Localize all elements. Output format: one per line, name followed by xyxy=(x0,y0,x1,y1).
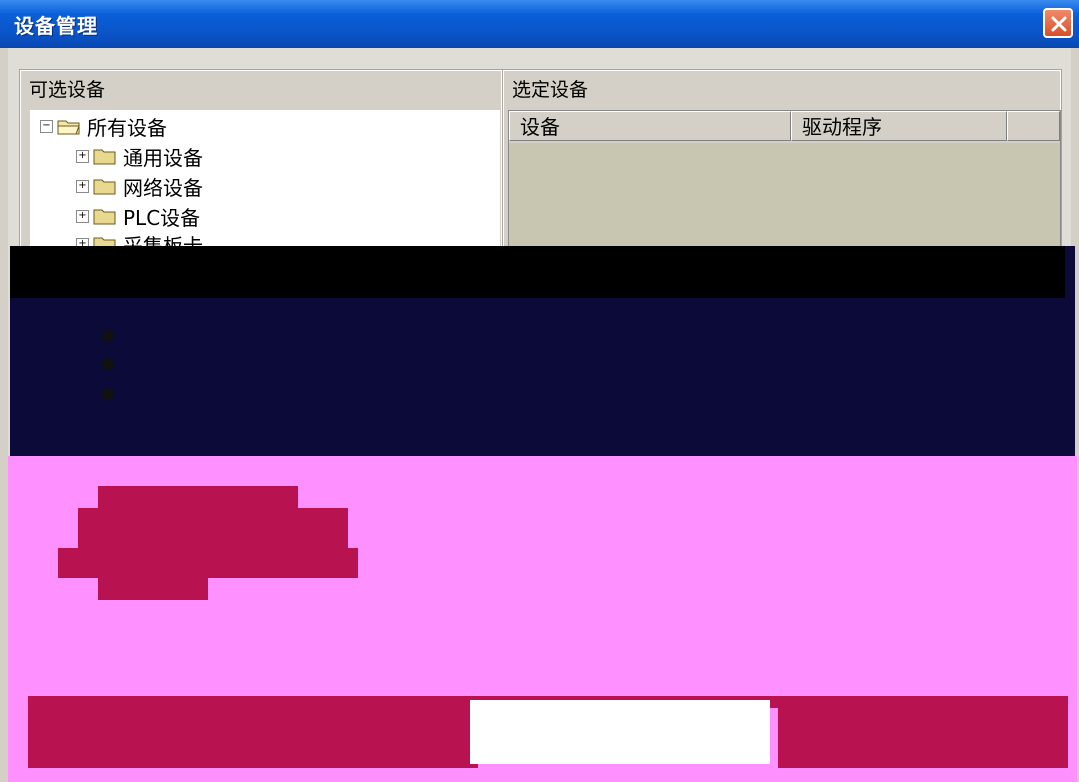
folder-icon xyxy=(93,149,116,165)
window-title: 设备管理 xyxy=(14,14,98,38)
expand-icon[interactable]: + xyxy=(76,179,89,193)
folder-icon xyxy=(93,209,116,225)
selected-devices-list[interactable]: 设备 驱动程序 xyxy=(508,110,1061,248)
folder-icon xyxy=(93,179,116,195)
column-header-empty xyxy=(1007,111,1060,141)
device-manager-window: 设备管理 可选设备 − 所有设备 + 通用设备 + 网络设备 + PLC设备 +… xyxy=(0,0,1079,782)
tree-item-label: 所有设备 xyxy=(87,115,167,140)
close-button[interactable] xyxy=(1043,8,1073,38)
column-header-driver[interactable]: 驱动程序 xyxy=(791,111,1007,141)
expand-icon[interactable]: + xyxy=(76,209,89,223)
artifact-strip xyxy=(28,708,478,768)
selected-devices-label: 选定设备 xyxy=(512,79,589,101)
artifact-dot xyxy=(102,358,114,370)
tree-item-label: 通用设备 xyxy=(123,145,203,170)
tree-item[interactable]: + 网络设备 xyxy=(76,172,203,200)
tree-item[interactable]: + 采集板卡 xyxy=(76,230,203,246)
list-header: 设备 驱动程序 xyxy=(509,111,1060,143)
artifact-strip xyxy=(778,708,1068,768)
artifact-strip xyxy=(98,578,208,600)
available-devices-label: 可选设备 xyxy=(29,79,106,101)
column-header-device[interactable]: 设备 xyxy=(509,111,791,141)
expand-icon[interactable]: + xyxy=(76,237,89,246)
tree-item-root[interactable]: − 所有设备 xyxy=(40,112,167,140)
tree-item[interactable]: + 通用设备 xyxy=(76,142,203,170)
expand-icon[interactable]: + xyxy=(76,149,89,163)
folder-icon xyxy=(93,237,116,246)
artifact-strip xyxy=(98,486,298,508)
artifact-white-field xyxy=(470,700,770,764)
artifact-dot xyxy=(102,388,114,400)
artifact-strip xyxy=(58,548,358,578)
tree-item[interactable]: + PLC设备 xyxy=(76,202,200,230)
open-folder-icon xyxy=(57,120,80,135)
close-icon xyxy=(1051,16,1067,32)
corrupted-region-black xyxy=(10,246,1065,298)
title-bar[interactable]: 设备管理 xyxy=(0,0,1079,48)
tree-item-label: PLC设备 xyxy=(123,205,201,230)
tree-item-label: 采集板卡 xyxy=(123,233,203,247)
tree-item-label: 网络设备 xyxy=(123,175,203,200)
device-tree[interactable]: − 所有设备 + 通用设备 + 网络设备 + PLC设备 + 采集板卡 xyxy=(30,110,500,246)
artifact-dot xyxy=(102,330,114,342)
artifact-strip xyxy=(78,508,348,548)
collapse-icon[interactable]: − xyxy=(40,119,53,133)
